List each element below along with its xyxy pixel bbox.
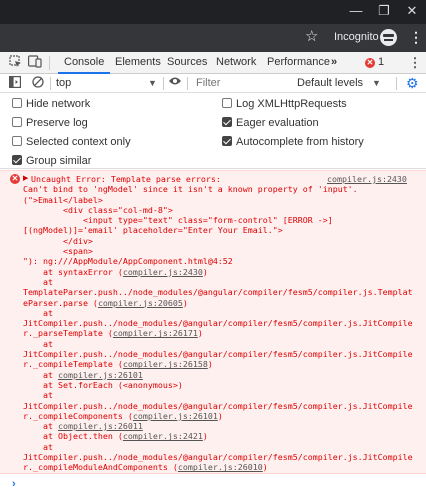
selected-context-label: Selected context only bbox=[26, 136, 131, 148]
log-levels-select[interactable]: Default levels bbox=[297, 76, 363, 91]
trace-line: at bbox=[23, 307, 53, 318]
incognito-icon[interactable] bbox=[380, 29, 397, 46]
trace-line: r._compileTemplate (compiler.js:26158) bbox=[23, 359, 213, 370]
console-prompt[interactable]: › bbox=[0, 475, 426, 494]
console-toolbar: top ▼ Default levels ▼ ⚙ bbox=[0, 74, 426, 93]
trace-line: JitCompiler.push../node_modules/@angular… bbox=[23, 400, 413, 411]
eager-evaluation-label: Eager evaluation bbox=[236, 117, 319, 129]
trace-line: r._compileComponents (compiler.js:26101) bbox=[23, 410, 223, 421]
trace-line: r._parseTemplate (compiler.js:26171) bbox=[23, 328, 203, 339]
trace-source-link[interactable]: compiler.js:20605 bbox=[98, 298, 183, 308]
trace-line: at Set.forEach (<anonymous>) bbox=[23, 379, 183, 390]
tab-console[interactable]: Console bbox=[58, 52, 111, 74]
filter-input[interactable] bbox=[196, 76, 286, 91]
trace-source-link[interactable]: compiler.js:26101 bbox=[58, 370, 143, 380]
autocomplete-history-label: Autocomplete from history bbox=[236, 136, 364, 148]
toolbar-separator bbox=[396, 77, 397, 90]
console-settings-gear-icon[interactable]: ⚙ bbox=[406, 75, 419, 91]
trace-line: at syntaxError (compiler.js:2430) bbox=[23, 266, 208, 277]
eager-evaluation-checkbox[interactable] bbox=[222, 117, 232, 127]
trace-line: at compiler.js:26011 bbox=[23, 421, 143, 432]
trace-line: TemplateParser.push../node_modules/@angu… bbox=[23, 287, 413, 298]
autocomplete-history-checkbox[interactable] bbox=[222, 136, 232, 146]
devtools-menu-icon[interactable]: ⋮ bbox=[407, 55, 423, 71]
tab-elements[interactable]: Elements bbox=[115, 52, 161, 74]
inspect-element-icon[interactable] bbox=[7, 55, 23, 71]
live-expression-eye-icon[interactable] bbox=[168, 76, 182, 90]
trace-line: at bbox=[23, 441, 53, 452]
group-similar-checkbox[interactable] bbox=[12, 155, 22, 165]
trace-line: (">Email</label> bbox=[23, 194, 103, 205]
trace-source-link[interactable]: compiler.js:26010 bbox=[178, 462, 263, 472]
tab-sources[interactable]: Sources bbox=[167, 52, 207, 74]
trace-source-link[interactable]: compiler.js:2421 bbox=[123, 431, 203, 441]
more-tabs-button[interactable]: » bbox=[331, 52, 337, 74]
close-window-button[interactable]: ✕ bbox=[398, 0, 426, 24]
trace-line: <div class="col-md-8"> bbox=[23, 204, 173, 215]
trace-line: r._compileModuleAndComponents (compiler.… bbox=[23, 462, 268, 473]
console-error-message: ✕ ▶ compiler.js:2430 Uncaught Error: Tem… bbox=[0, 170, 426, 474]
trace-line: <input type="text" class="form-control" … bbox=[23, 215, 333, 226]
clear-console-icon[interactable] bbox=[31, 76, 45, 90]
trace-line: at compiler.js:26101 bbox=[23, 369, 143, 380]
trace-line: JitCompiler.push../node_modules/@angular… bbox=[23, 452, 413, 463]
devtools-tab-bar: Console Elements Sources Network Perform… bbox=[0, 52, 426, 74]
hide-network-label: Hide network bbox=[26, 98, 91, 110]
minimize-button[interactable]: — bbox=[342, 0, 370, 24]
trace-line: at bbox=[23, 276, 53, 287]
toolbar-separator bbox=[187, 77, 188, 90]
toolbar-separator bbox=[50, 77, 51, 90]
trace-source-link[interactable]: compiler.js:26171 bbox=[113, 328, 198, 338]
error-badge-icon[interactable]: ✕ bbox=[365, 58, 375, 68]
trace-source-link[interactable]: compiler.js:26158 bbox=[123, 359, 208, 369]
levels-dropdown-icon[interactable]: ▼ bbox=[372, 76, 381, 91]
browser-toolbar: ☆ Incognito ⋮ bbox=[0, 24, 426, 52]
bookmark-star-icon[interactable]: ☆ bbox=[305, 29, 318, 45]
selected-context-checkbox[interactable] bbox=[12, 136, 22, 146]
trace-line: "): ng:///AppModule/AppComponent.html@4:… bbox=[23, 256, 233, 267]
trace-line: </div> bbox=[23, 235, 93, 246]
trace-line: at Object.then (compiler.js:2421) bbox=[23, 431, 208, 442]
tab-separator bbox=[49, 56, 50, 70]
tab-network[interactable]: Network bbox=[216, 52, 256, 74]
log-xhr-checkbox[interactable] bbox=[222, 98, 232, 108]
context-dropdown-icon[interactable]: ▼ bbox=[148, 76, 157, 91]
context-select[interactable]: top bbox=[56, 76, 160, 91]
restore-button[interactable]: ❐ bbox=[370, 0, 398, 24]
trace-line: at bbox=[23, 338, 53, 349]
incognito-label: Incognito bbox=[334, 31, 379, 43]
trace-line: eParser.parse (compiler.js:20605) bbox=[23, 297, 188, 308]
error-icon: ✕ bbox=[10, 174, 20, 184]
trace-line: Can't bind to 'ngModel' since it isn't a… bbox=[23, 184, 358, 195]
error-stack-trace: Uncaught Error: Template parse errors: Ca… bbox=[23, 174, 423, 473]
trace-source-link[interactable]: compiler.js:2430 bbox=[123, 267, 203, 277]
browser-menu-icon[interactable]: ⋮ bbox=[409, 28, 423, 46]
trace-line: JitCompiler.push../node_modules/@angular… bbox=[23, 318, 413, 329]
preserve-log-label: Preserve log bbox=[26, 117, 88, 129]
browser-title-bar: — ❐ ✕ bbox=[0, 0, 426, 24]
log-xhr-label: Log XMLHttpRequests bbox=[236, 98, 347, 110]
trace-line: at bbox=[23, 390, 53, 401]
trace-line: [(ngModel)]='email' placeholder="Enter Y… bbox=[23, 225, 283, 236]
tab-performance[interactable]: Performance bbox=[267, 52, 330, 74]
trace-line: <span> bbox=[23, 246, 93, 257]
sidebar-toggle-icon[interactable] bbox=[8, 76, 22, 90]
group-similar-label: Group similar bbox=[26, 155, 92, 167]
preserve-log-checkbox[interactable] bbox=[12, 117, 22, 127]
console-settings-panel: Hide network Preserve log Selected conte… bbox=[0, 93, 426, 169]
error-count[interactable]: 1 bbox=[378, 56, 384, 68]
prompt-caret-icon: › bbox=[12, 478, 16, 490]
trace-source-link[interactable]: compiler.js:26101 bbox=[133, 411, 218, 421]
trace-line: Uncaught Error: Template parse errors: bbox=[31, 174, 221, 184]
trace-source-link[interactable]: compiler.js:26011 bbox=[58, 421, 143, 431]
toolbar-separator bbox=[163, 77, 164, 90]
device-toolbar-icon[interactable] bbox=[27, 55, 43, 71]
hide-network-checkbox[interactable] bbox=[12, 98, 22, 108]
trace-line: JitCompiler.push../node_modules/@angular… bbox=[23, 349, 413, 360]
